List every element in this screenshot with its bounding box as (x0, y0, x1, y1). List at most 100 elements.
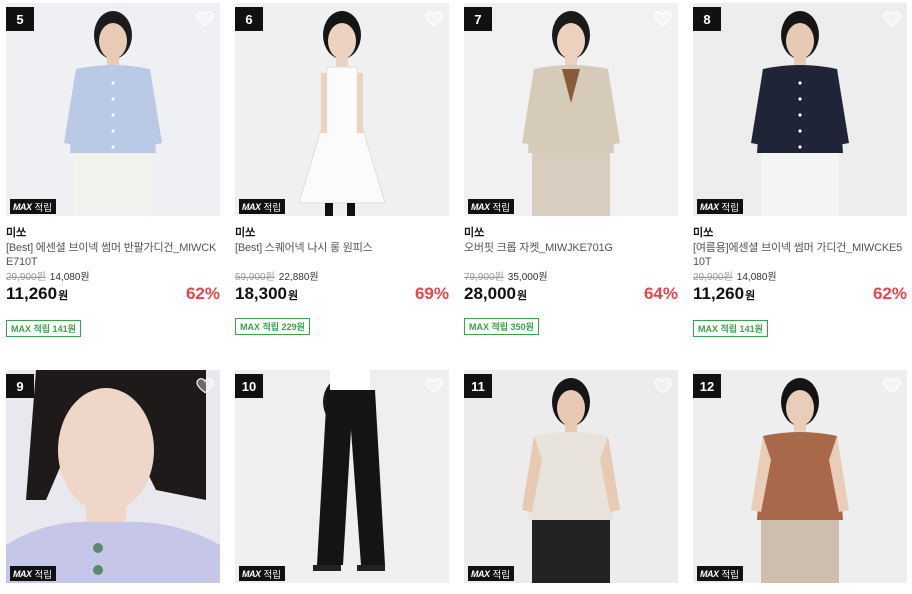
bottom-garment (532, 153, 610, 216)
product-image[interactable]: 10 MAX 적립 (235, 370, 449, 583)
bottom-garment (74, 153, 152, 216)
heart-icon[interactable] (654, 11, 672, 27)
button-detail (111, 129, 115, 133)
product-name[interactable]: 오버핏 크롭 자켓_MIWJKE701G (464, 241, 678, 255)
model-neck (336, 55, 348, 67)
garment (757, 65, 843, 153)
coupon-price: 14,080원 (736, 272, 777, 283)
max-badge-label: 적립 (34, 569, 52, 581)
heart-icon[interactable] (425, 378, 443, 394)
rank-badge: 11 (464, 374, 492, 398)
product-image[interactable]: 12 MAX 적립 (693, 370, 907, 583)
bottom-garment (761, 520, 839, 583)
button-detail (93, 543, 103, 553)
max-points-badge: MAX 적립 (468, 566, 514, 581)
final-price: 18,300 (235, 284, 287, 303)
product-card[interactable]: 8 MAX 적립 미쏘 [여름용]에센셜 브이넥 썸머 가디건_MIWCKE510… (693, 3, 907, 337)
product-name[interactable]: [Best] 에센셜 브이넥 썸머 반팔가디건_MIWCKE710T (6, 241, 220, 269)
heart-icon[interactable] (196, 378, 214, 394)
heart-icon[interactable] (425, 11, 443, 27)
model-boot (347, 203, 355, 216)
product-photo (6, 3, 220, 216)
button-detail (111, 97, 115, 101)
discount-rate: 62% (185, 284, 220, 303)
product-name[interactable]: [Best] 스퀘어넥 나시 롱 원피스 (235, 241, 449, 255)
coupon-price: 22,880원 (278, 272, 319, 283)
points-badge: MAX 적립 141원 (693, 320, 768, 337)
model-face (557, 23, 585, 59)
max-points-badge: MAX 적립 (697, 199, 743, 214)
bottom-garment (761, 153, 839, 216)
product-card[interactable]: 12 MAX 적립 (693, 370, 907, 583)
product-photo (464, 3, 678, 216)
discount-rate: 64% (643, 284, 678, 303)
product-image[interactable]: 5 MAX 적립 (6, 3, 220, 216)
max-logo: MAX (700, 201, 719, 212)
max-logo: MAX (700, 568, 719, 579)
currency-label: 원 (288, 290, 299, 302)
product-image[interactable]: 11 MAX 적립 (464, 370, 678, 583)
brand-name[interactable]: 미쏘 (235, 224, 449, 239)
max-badge-label: 적립 (263, 202, 281, 214)
product-image[interactable]: 9 MAX 적립 (6, 370, 220, 583)
model-face (99, 23, 127, 59)
max-logo: MAX (13, 568, 32, 579)
garment (528, 432, 614, 520)
product-image[interactable]: 6 MAX 적립 (235, 3, 449, 216)
model-arm (357, 73, 363, 133)
heart-icon[interactable] (883, 378, 901, 394)
product-card[interactable]: 9 MAX 적립 (6, 370, 220, 583)
model-sandal (313, 565, 341, 571)
max-badge-label: 적립 (34, 202, 52, 214)
model-face (786, 390, 814, 426)
button-detail (798, 145, 802, 149)
rank-badge: 7 (464, 7, 492, 31)
currency-label: 원 (745, 290, 756, 302)
max-logo: MAX (471, 201, 490, 212)
coupon-price: 35,000원 (507, 272, 548, 283)
discount-rate: 69% (414, 284, 449, 303)
product-card[interactable]: 7 MAX 적립 미쏘 오버핏 크롭 자켓_MIWJKE701G 79,900원 3… (464, 3, 678, 335)
max-points-badge: MAX 적립 (697, 566, 743, 581)
heart-icon[interactable] (196, 11, 214, 27)
price-block: 29,900원 14,080원 11,260원 62% (693, 269, 907, 317)
brand-name[interactable]: 미쏘 (464, 224, 678, 239)
heart-icon[interactable] (654, 378, 672, 394)
final-price: 11,260 (6, 284, 58, 303)
model-face (58, 388, 154, 512)
max-points-badge: MAX 적립 (10, 566, 56, 581)
model-face (557, 390, 585, 426)
model-arm (321, 73, 327, 133)
product-image[interactable]: 8 MAX 적립 (693, 3, 907, 216)
product-card[interactable]: 5 MAX 적립 미쏘 [Best] 에센셜 브이넥 썸머 반팔가디건_MIWCK… (6, 3, 220, 337)
brand-name[interactable]: 미쏘 (6, 224, 220, 239)
product-card[interactable]: 11 MAX 적립 (464, 370, 678, 583)
button-detail (93, 565, 103, 575)
original-price: 59,900원 (235, 272, 275, 283)
heart-icon[interactable] (883, 11, 901, 27)
rank-badge: 12 (693, 374, 721, 398)
brand-name[interactable]: 미쏘 (693, 224, 907, 239)
product-name[interactable]: [여름용]에센셜 브이넥 썸머 가디건_MIWCKE510T (693, 241, 907, 269)
button-detail (111, 81, 115, 85)
button-detail (798, 81, 802, 85)
product-card[interactable]: 6 MAX 적립 미쏘 [Best] 스퀘어넥 나시 롱 원피스 59,900원 2… (235, 3, 449, 335)
coupon-price: 14,080원 (49, 272, 90, 283)
max-badge-label: 적립 (492, 569, 510, 581)
button-detail (798, 97, 802, 101)
product-photo (235, 370, 449, 583)
product-image[interactable]: 7 MAX 적립 (464, 3, 678, 216)
max-logo: MAX (242, 568, 261, 579)
rank-badge: 6 (235, 7, 263, 31)
currency-label: 원 (58, 290, 69, 302)
product-photo (6, 370, 220, 583)
product-photo (693, 370, 907, 583)
max-points-badge: MAX 적립 (10, 199, 56, 214)
model-sandal (357, 565, 385, 571)
points-badge: MAX 적립 229원 (235, 318, 310, 335)
product-card[interactable]: 10 MAX 적립 (235, 370, 449, 583)
model-face (786, 23, 814, 59)
points-badge: MAX 적립 350원 (464, 318, 539, 335)
product-photo (464, 370, 678, 583)
button-detail (111, 145, 115, 149)
